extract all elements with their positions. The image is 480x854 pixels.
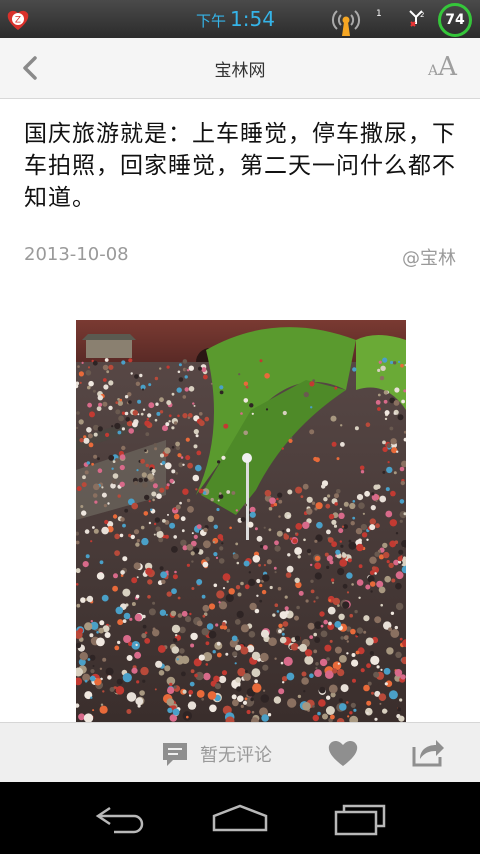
page-title: 宝林网: [214, 61, 266, 81]
battery-ring-icon: 74: [438, 3, 472, 37]
battery-level: 74: [438, 3, 472, 37]
data-off-icon: 2: [409, 10, 424, 27]
article-date: 2013-10-08: [24, 244, 129, 265]
signal-tower-icon: [331, 10, 361, 36]
nav-home-icon[interactable]: [210, 802, 270, 834]
app-shield-icon: Z: [7, 10, 29, 30]
article-author[interactable]: @宝林: [402, 244, 456, 270]
svg-text:2: 2: [420, 11, 424, 19]
article-photo[interactable]: [76, 320, 406, 722]
heart-icon[interactable]: [326, 737, 360, 769]
app-header: 宝林网 AA: [0, 38, 480, 99]
notification-count: 1: [376, 9, 382, 19]
action-bar: 暂无评论: [0, 722, 480, 783]
status-time: 下午 1:54: [196, 6, 275, 32]
crowd-photo-image: [76, 320, 406, 722]
nav-recent-apps-icon[interactable]: [332, 800, 390, 836]
share-icon[interactable]: [410, 735, 446, 769]
article-body: 国庆旅游就是：上车睡觉，停车撒尿，下车拍照，回家睡觉，第二天一问什么都不知道。: [24, 121, 456, 211]
font-size-button[interactable]: AA: [428, 52, 472, 86]
svg-text:Z: Z: [15, 16, 21, 26]
system-nav-bar: [0, 782, 480, 854]
comment-label: 暂无评论: [200, 745, 272, 766]
nav-back-icon[interactable]: [92, 802, 148, 834]
comment-icon: [163, 743, 187, 766]
status-clock: 1:54: [230, 7, 275, 31]
comment-button[interactable]: 暂无评论: [160, 737, 272, 771]
status-ampm: 下午: [196, 12, 227, 30]
status-bar: Z 下午 1:54 1 2 74: [0, 0, 480, 38]
font-size-small-glyph: A: [428, 63, 439, 79]
font-size-big-glyph: A: [438, 52, 457, 82]
